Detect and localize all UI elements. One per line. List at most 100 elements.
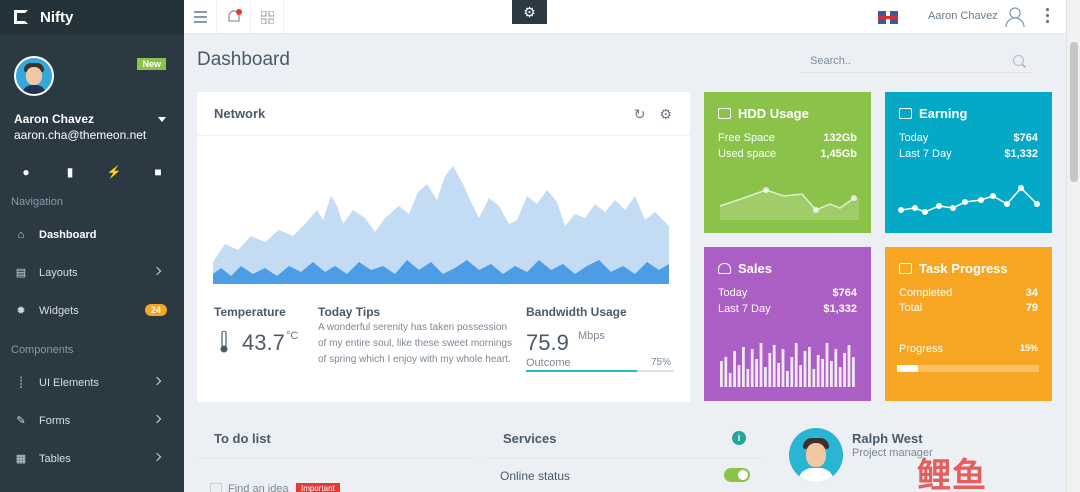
sales-bar — [777, 363, 780, 387]
menu-toggle-icon[interactable] — [184, 0, 217, 34]
sales-today-label: Today — [718, 287, 748, 299]
chevron-right-icon — [152, 452, 162, 462]
sales-bar — [838, 367, 842, 387]
services-divider — [487, 458, 763, 459]
bolt-icon[interactable]: ⚡ — [104, 165, 124, 179]
todo-checkbox[interactable] — [210, 483, 222, 492]
network-title: Network — [197, 92, 690, 136]
sales-bar — [772, 345, 776, 387]
forms-icon: ✎ — [16, 415, 26, 427]
sidebar: Nifty New Aaron Chavez aaron.cha@themeon… — [0, 0, 184, 492]
bag-icon — [718, 263, 731, 274]
sales-week-label: Last 7 Day — [718, 303, 771, 315]
sales-bar — [821, 359, 824, 387]
thermometer-icon — [220, 331, 228, 353]
info-icon[interactable]: i — [732, 431, 746, 445]
outcome-percent: 75% — [651, 357, 672, 368]
network-panel: Network ↻ ⚙ Temperature 43.7 °C Today Ti… — [197, 92, 690, 402]
task-title: Task Progress — [919, 261, 1008, 276]
avatar[interactable] — [14, 56, 54, 96]
profile-email: aaron.cha@themeon.net — [14, 128, 147, 142]
nifty-logo-icon — [14, 10, 28, 24]
online-status-label: Online status — [500, 469, 571, 483]
earning-sparkline — [898, 185, 1040, 215]
more-vertical-icon[interactable] — [1046, 8, 1050, 23]
nav-caption: Navigation — [11, 196, 63, 208]
sidebar-item-layouts[interactable]: ▤ Layouts — [0, 254, 184, 292]
grid-icon[interactable] — [251, 0, 284, 34]
scrollbar[interactable] — [1066, 0, 1080, 492]
lock-icon[interactable]: ■ — [148, 165, 168, 179]
online-status-toggle[interactable] — [724, 468, 750, 482]
brand-name: Nifty — [40, 8, 74, 26]
user-icon[interactable]: ● — [16, 165, 36, 179]
sales-bar — [786, 371, 789, 387]
settings-gear-icon[interactable]: ⚙ — [512, 0, 547, 24]
search-icon[interactable] — [1013, 55, 1024, 66]
sales-bar — [808, 347, 811, 387]
sales-bar-sparkline — [720, 343, 855, 387]
earning-week-value: $1,332 — [1004, 148, 1038, 160]
settings-icon[interactable]: ⚙ — [659, 106, 672, 123]
sales-bar — [803, 351, 807, 387]
sales-bar — [768, 353, 772, 387]
bell-icon[interactable] — [218, 0, 251, 34]
user-outline-icon[interactable] — [1004, 6, 1026, 28]
sidebar-item-widgets[interactable]: ✹ Widgets 24 — [0, 292, 184, 330]
sales-bar — [764, 367, 767, 387]
uk-flag-icon[interactable] — [878, 11, 898, 24]
sales-bar — [750, 349, 754, 387]
components-caption: Components — [11, 344, 74, 356]
sales-bar — [812, 369, 816, 387]
sidebar-item-label: Layouts — [39, 267, 78, 279]
temperature-value: 43.7 — [242, 330, 285, 355]
sidebar-item-tables[interactable]: ▦ Tables — [0, 440, 184, 478]
topbar-user-name[interactable]: Aaron Chavez — [928, 10, 998, 22]
brand[interactable]: Nifty — [0, 0, 184, 34]
bandwidth-label: Bandwidth Usage — [526, 305, 627, 319]
sidebar-item-label: Tables — [39, 453, 71, 465]
sidebar-item-ui-elements[interactable]: ┊ UI Elements — [0, 364, 184, 402]
wallet-icon — [899, 108, 912, 119]
outcome-progress-fill — [526, 370, 637, 372]
earning-tile: Earning Today $764 Last 7 Day $1,332 — [885, 92, 1052, 233]
checklist-icon — [899, 263, 912, 274]
sales-bar — [737, 365, 741, 387]
page-title: Dashboard — [197, 49, 290, 70]
sales-bar — [742, 347, 745, 387]
chat-icon[interactable]: ▮ — [60, 165, 80, 179]
widget-icon: ✹ — [16, 305, 26, 317]
hdd-free-value: 132Gb — [823, 132, 857, 144]
sales-title: Sales — [738, 261, 772, 276]
todo-divider — [197, 458, 473, 459]
widgets-count-badge: 24 — [144, 304, 167, 316]
outcome-label: Outcome — [526, 357, 571, 369]
profile-name-toggle[interactable]: Aaron Chavez — [14, 112, 170, 126]
tables-icon: ▦ — [15, 453, 27, 465]
tips-title: Today Tips — [318, 305, 381, 319]
todo-item-text: Find an idea — [228, 483, 289, 492]
bandwidth-value: 75.9 — [526, 330, 569, 355]
task-progress-bar — [897, 365, 1039, 372]
sales-bar — [830, 361, 833, 387]
search-input[interactable] — [800, 49, 1032, 73]
sales-bar — [852, 357, 855, 387]
network-chart — [213, 166, 669, 284]
sidebar-item-dashboard[interactable]: ⌂ Dashboard — [0, 216, 184, 254]
refresh-icon[interactable]: ↻ — [634, 106, 646, 123]
sidebar-item-forms[interactable]: ✎ Forms — [0, 402, 184, 440]
sidebar-item-label: UI Elements — [39, 377, 99, 389]
topbar: ⚙ Aaron Chavez — [184, 0, 1066, 34]
home-icon: ⌂ — [17, 229, 25, 241]
contact-avatar[interactable] — [789, 428, 843, 482]
watermark-logo: 鲤鱼 — [917, 457, 987, 492]
todo-title: To do list — [214, 431, 271, 446]
hdd-free-label: Free Space — [718, 132, 775, 144]
sales-bar — [728, 373, 732, 387]
hdd-sparkline — [719, 187, 859, 220]
earning-today-value: $764 — [1013, 132, 1038, 144]
sales-bar — [733, 351, 736, 387]
important-badge: Important — [296, 483, 340, 492]
sidebar-item-label: Forms — [39, 415, 71, 427]
sidebar-item-label: Widgets — [39, 305, 79, 317]
